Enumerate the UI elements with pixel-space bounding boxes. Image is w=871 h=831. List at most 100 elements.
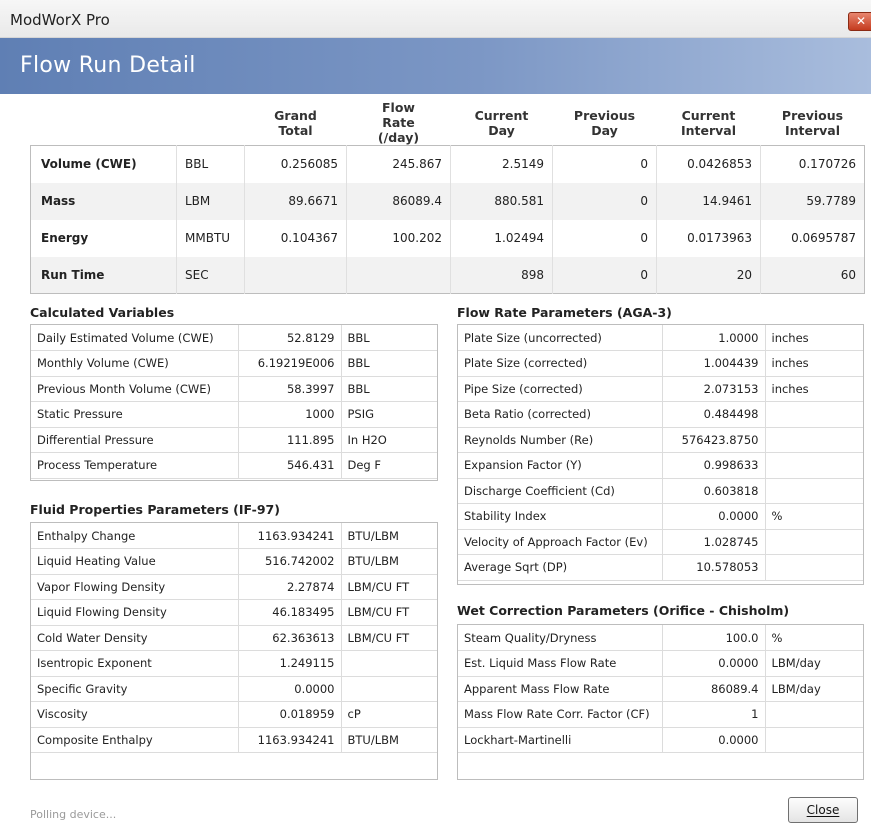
param-unit: inches	[765, 376, 863, 402]
param-name: Beta Ratio (corrected)	[458, 401, 663, 428]
window-close-icon[interactable]: ✕	[848, 12, 871, 31]
summary-header-flow-rate: Flow Rate (/day)	[347, 100, 451, 146]
summary-header-current-interval: Current Interval	[657, 100, 761, 146]
flow-rate-parameters-heading: Flow Rate Parameters (AGA-3)	[457, 305, 672, 320]
param-unit: LBM/CU FT	[341, 574, 437, 600]
param-value: 0.0000	[238, 676, 342, 702]
param-value: 111.895	[238, 427, 342, 453]
param-name: Differential Pressure	[31, 427, 239, 453]
param-unit	[765, 427, 863, 453]
param-name: Isentropic Exponent	[31, 650, 239, 677]
cell-value: 0.0173963	[656, 219, 761, 257]
param-unit: inches	[765, 325, 863, 351]
row-label: Volume (CWE)	[30, 145, 177, 183]
table-row: Cold Water Density 62.363613 LBM/CU FT	[31, 625, 437, 651]
summary-header-previous-interval: Previous Interval	[761, 100, 865, 146]
close-button[interactable]: Close	[788, 797, 858, 823]
wet-correction-heading: Wet Correction Parameters (Orifice - Chi…	[457, 603, 790, 618]
param-unit: BBL	[341, 376, 437, 402]
param-unit: BTU/LBM	[341, 548, 437, 575]
summary-header-grand-total: Grand Total	[245, 100, 347, 146]
param-value: 546.431	[238, 452, 342, 479]
summary-table: Grand Total Flow Rate (/day) Current Day…	[30, 100, 865, 294]
param-unit: BBL	[341, 350, 437, 377]
window-title: ModWorX Pro	[10, 11, 110, 29]
fluid-properties-grid[interactable]: Enthalpy Change 1163.934241 BTU/LBM Liquid …	[30, 522, 438, 780]
table-row: Liquid Flowing Density 46.183495 LBM/CU FT	[31, 599, 437, 626]
table-row: Vapor Flowing Density 2.27874 LBM/CU FT	[31, 574, 437, 600]
param-value: 6.19219E006	[238, 350, 342, 377]
wet-correction-grid[interactable]: Steam Quality/Dryness 100.0% Est. Liquid M…	[457, 624, 864, 780]
param-name: Discharge Coefficient (Cd)	[458, 478, 663, 504]
fluid-properties-heading: Fluid Properties Parameters (IF-97)	[30, 502, 280, 517]
cell-value: 20	[656, 256, 761, 294]
cell-value	[346, 256, 451, 294]
close-button-label: Close	[806, 803, 840, 817]
table-row: Previous Month Volume (CWE) 58.3997 BBL	[31, 376, 437, 402]
table-row: Differential Pressure 111.895 In H2O	[31, 427, 437, 453]
row-label: Mass	[30, 182, 177, 220]
param-value: 0.998633	[662, 452, 766, 479]
title-bar: ModWorX Pro ✕	[0, 0, 871, 38]
param-name: Previous Month Volume (CWE)	[31, 376, 239, 402]
param-value: 2.27874	[238, 574, 342, 600]
table-row: Expansion Factor (Y) 0.998633	[458, 452, 863, 479]
param-name: Plate Size (corrected)	[458, 350, 663, 377]
param-name: Stability Index	[458, 503, 663, 530]
table-row: Volume (CWE) BBL 0.256085 245.867 2.5149 0 0.0…	[30, 145, 865, 183]
param-unit: BBL	[341, 325, 437, 351]
row-unit: SEC	[176, 256, 245, 294]
calculated-variables-grid[interactable]: Daily Estimated Volume (CWE) 52.8129 BBL Mo…	[30, 324, 438, 481]
param-name: Specific Gravity	[31, 676, 239, 702]
row-unit: LBM	[176, 182, 245, 220]
param-value: 1163.934241	[238, 523, 342, 549]
param-value: 52.8129	[238, 325, 342, 351]
param-unit	[765, 701, 863, 728]
cell-value: 0	[552, 145, 657, 183]
param-unit: LBM/CU FT	[341, 625, 437, 651]
cell-value: 0	[552, 182, 657, 220]
param-unit	[765, 529, 863, 555]
param-value: 1.0000	[662, 325, 766, 351]
param-value: 1.004439	[662, 350, 766, 377]
cell-value: 59.7789	[760, 182, 865, 220]
table-row: Est. Liquid Mass Flow Rate 0.0000 LBM/day	[458, 650, 863, 677]
param-value: 62.363613	[238, 625, 342, 651]
param-unit	[765, 554, 863, 581]
table-row: Apparent Mass Flow Rate 86089.4 LBM/day	[458, 676, 863, 702]
param-name: Cold Water Density	[31, 625, 239, 651]
param-value: 1.249115	[238, 650, 342, 677]
param-unit: inches	[765, 350, 863, 377]
header-text: Current Interval	[680, 107, 737, 138]
banner: Flow Run Detail	[0, 38, 871, 94]
param-name: Composite Enthalpy	[31, 727, 239, 753]
param-value: 1	[662, 701, 766, 728]
param-value: 2.073153	[662, 376, 766, 402]
row-unit: BBL	[176, 145, 245, 183]
param-name: Average Sqrt (DP)	[458, 554, 663, 581]
table-row: Pipe Size (corrected) 2.073153 inches	[458, 376, 863, 402]
param-name: Process Temperature	[31, 452, 239, 479]
param-unit: Deg F	[341, 452, 437, 479]
table-row: Composite Enthalpy 1163.934241 BTU/LBM	[31, 727, 437, 753]
param-name: Steam Quality/Dryness	[458, 625, 663, 651]
param-unit: cP	[341, 701, 437, 728]
param-unit: LBM/CU FT	[341, 599, 437, 626]
cell-value: 0	[552, 256, 657, 294]
param-unit: %	[765, 625, 863, 651]
cell-value: 2.5149	[450, 145, 553, 183]
cell-value: 880.581	[450, 182, 553, 220]
param-name: Monthly Volume (CWE)	[31, 350, 239, 377]
table-row: Lockhart-Martinelli 0.0000	[458, 727, 863, 753]
param-name: Apparent Mass Flow Rate	[458, 676, 663, 702]
header-text: Previous Day	[573, 107, 636, 138]
param-value: 58.3997	[238, 376, 342, 402]
row-unit: MMBTU	[176, 219, 245, 257]
cell-value: 0	[552, 219, 657, 257]
param-name: Liquid Heating Value	[31, 548, 239, 575]
flow-rate-parameters-grid[interactable]: Plate Size (uncorrected) 1.0000 inches Plat…	[457, 324, 864, 585]
param-name: Reynolds Number (Re)	[458, 427, 663, 453]
table-row: Daily Estimated Volume (CWE) 52.8129 BBL	[31, 325, 437, 351]
cell-value: 245.867	[346, 145, 451, 183]
table-row: Run Time SEC 898 0 20 60	[30, 256, 865, 294]
